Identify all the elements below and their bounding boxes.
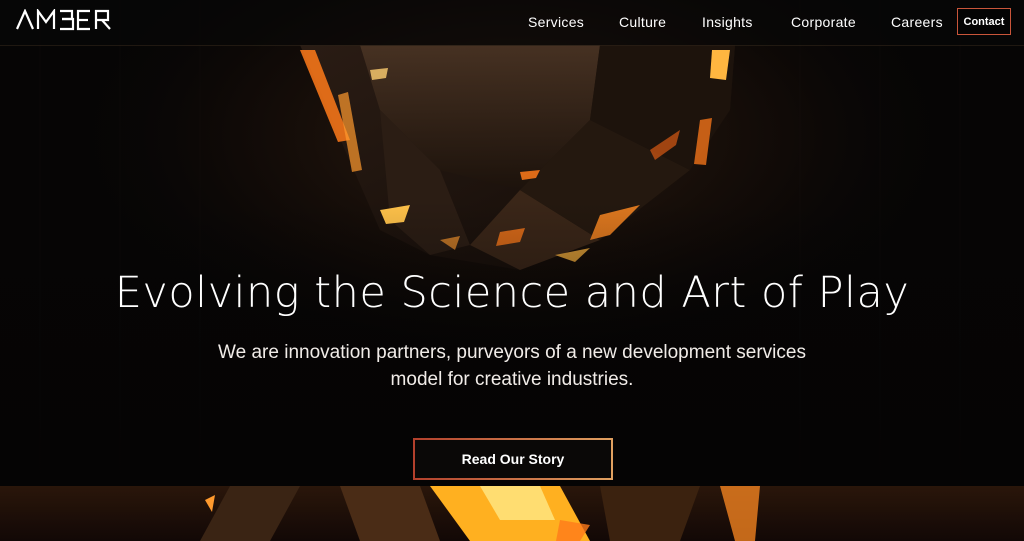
site-header: Services Culture Insights Corporate Care…: [0, 0, 1024, 46]
hero-subtitle: We are innovation partners, purveyors of…: [218, 342, 806, 390]
amber-logo[interactable]: [16, 9, 116, 35]
nav-item-services[interactable]: Services: [528, 14, 584, 30]
nav-item-insights[interactable]: Insights: [702, 14, 753, 30]
page: Services Culture Insights Corporate Care…: [0, 0, 1024, 541]
contact-button[interactable]: Contact: [957, 8, 1011, 35]
nav-item-careers[interactable]: Careers: [891, 14, 943, 30]
nav-item-culture[interactable]: Culture: [619, 14, 666, 30]
read-our-story-button[interactable]: Read Our Story: [413, 438, 613, 480]
nav-item-corporate[interactable]: Corporate: [791, 14, 856, 30]
amber-logo-icon: [16, 9, 111, 31]
hero-headline: Evolving the Science and Art of Play: [114, 268, 910, 318]
